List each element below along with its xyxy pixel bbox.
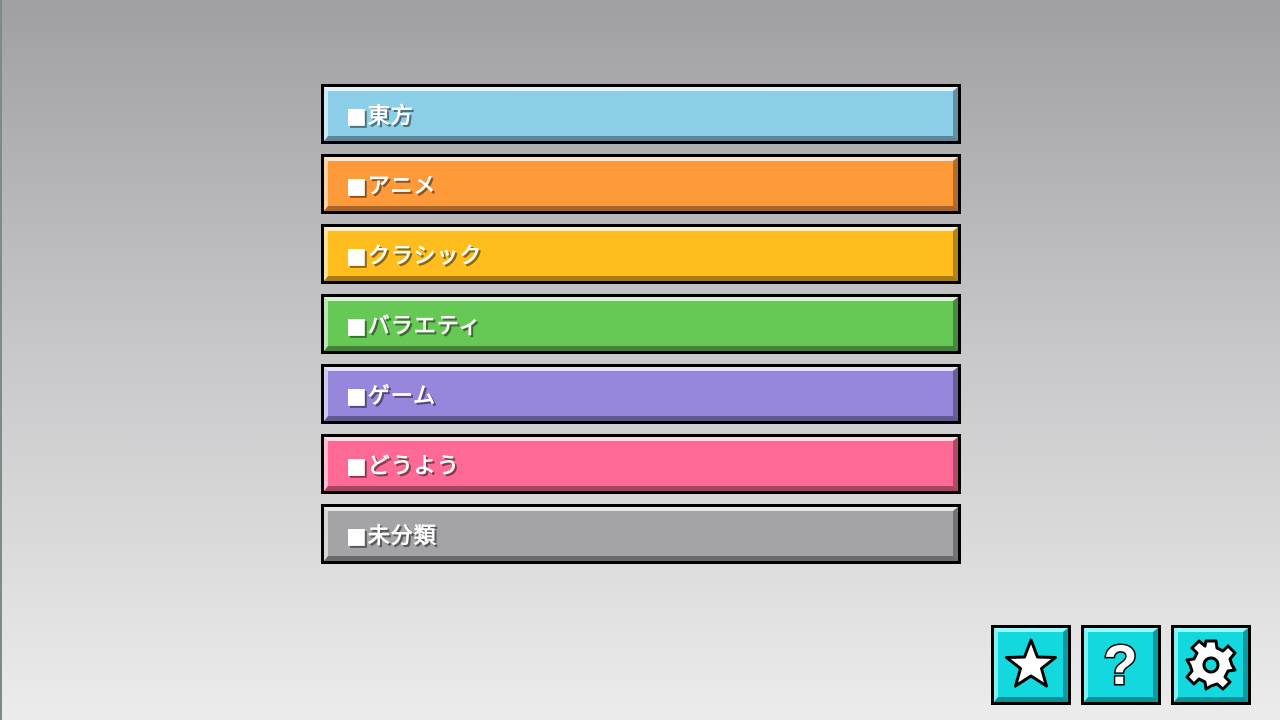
question-icon: ? [1102,632,1139,696]
category-label: ■アニメ [346,174,437,199]
help-button[interactable]: ? [1081,625,1161,705]
category-label: ■バラエティ [346,314,482,339]
star-icon [1004,638,1057,687]
category-button-game[interactable]: ■ゲーム [321,364,961,424]
category-label: ■クラシック [346,244,483,269]
category-label: ■未分類 [346,524,437,549]
left-edge-divider [0,0,2,720]
favorites-button[interactable] [991,625,1071,705]
category-button-uncategorized[interactable]: ■未分類 [321,504,961,564]
category-button-variety[interactable]: ■バラエティ [321,294,961,354]
category-menu: ■東方 ■アニメ ■クラシック ■バラエティ ■ゲーム ■どうよう ■未分類 [321,84,961,574]
category-label: ■ゲーム [346,384,437,409]
category-button-douyou[interactable]: ■どうよう [321,434,961,494]
category-button-anime[interactable]: ■アニメ [321,154,961,214]
category-label: ■どうよう [346,454,460,479]
category-label: ■東方 [346,104,414,129]
category-button-touhou[interactable]: ■東方 [321,84,961,144]
settings-button[interactable] [1171,625,1251,705]
gear-icon [1185,639,1236,690]
category-button-classic[interactable]: ■クラシック [321,224,961,284]
